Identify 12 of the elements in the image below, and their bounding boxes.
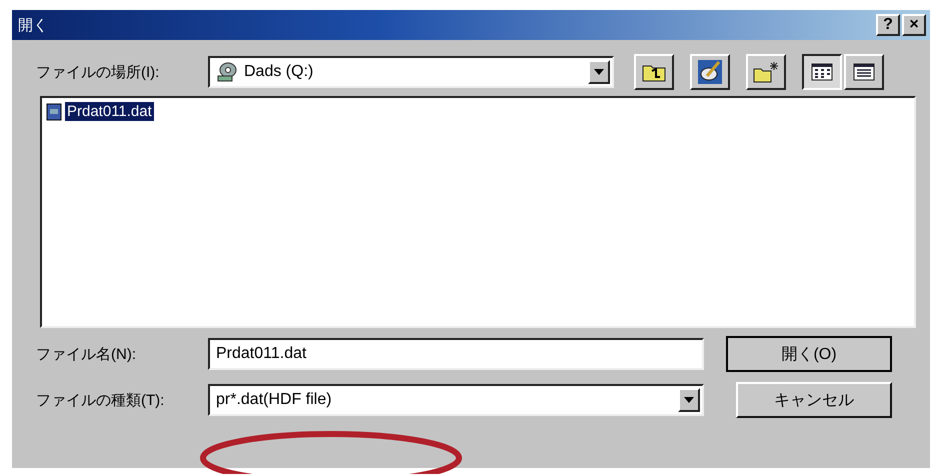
open-button[interactable]: 開く(O) (726, 336, 892, 372)
help-button[interactable]: ? (876, 14, 900, 36)
look-in-label: ファイルの場所(I): (35, 62, 160, 82)
window-title: 開く (18, 16, 49, 34)
file-name-field[interactable]: Prdat011.dat (208, 338, 704, 370)
cancel-button[interactable]: キャンセル (736, 382, 892, 418)
file-name-label: ファイル名(N): (35, 344, 137, 364)
close-button[interactable]: × (902, 14, 926, 36)
look-in-dropdown[interactable]: Dads (Q:) (208, 56, 614, 88)
file-type-label: ファイルの種類(T): (35, 390, 166, 410)
file-item[interactable]: Prdat011.dat (65, 102, 154, 121)
file-type-dropdown[interactable]: pr*.dat(HDF file) (208, 384, 704, 416)
